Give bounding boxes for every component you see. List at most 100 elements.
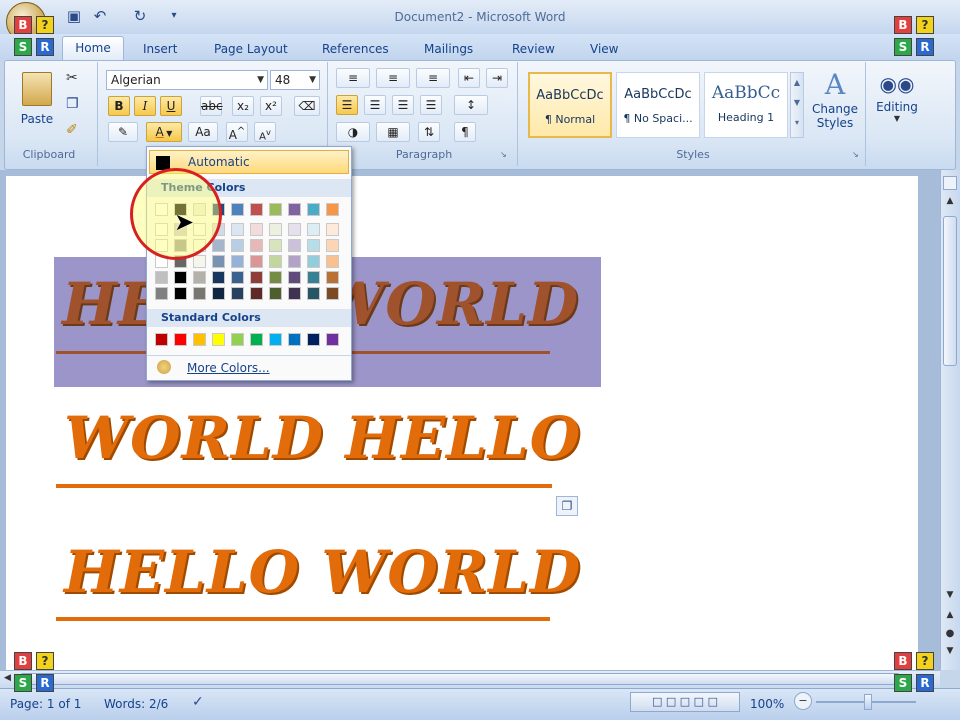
scroll-up-icon[interactable]: ▲ [943, 196, 957, 206]
select-browse-object-icon[interactable]: ● [943, 628, 957, 639]
theme-color-swatch[interactable] [269, 239, 282, 252]
zoom-slider-thumb[interactable] [864, 694, 872, 710]
tab-page-layout[interactable]: Page Layout [214, 40, 288, 58]
theme-color-swatch[interactable] [326, 223, 339, 236]
show-marks-button[interactable]: ¶ [454, 122, 476, 142]
theme-color-swatch[interactable] [212, 239, 225, 252]
scroll-thumb[interactable] [943, 216, 957, 366]
font-size-combo[interactable]: 48 ▼ [270, 70, 320, 90]
tab-mailings[interactable]: Mailings [424, 40, 473, 58]
theme-color-swatch[interactable] [307, 287, 320, 300]
underline-button[interactable]: U [160, 96, 182, 116]
standard-color-swatch[interactable] [269, 333, 282, 346]
style-no-spacing[interactable]: AaBbCcDc ¶ No Spaci... [616, 72, 700, 138]
save-icon[interactable]: ▣ [64, 6, 84, 26]
theme-color-swatch[interactable] [326, 239, 339, 252]
shrink-font-button[interactable]: Av [254, 122, 276, 142]
theme-color-swatch[interactable] [250, 255, 263, 268]
view-buttons[interactable]: □ □ □ □ □ [630, 692, 740, 712]
proofing-icon[interactable]: ✓ [192, 694, 204, 710]
theme-color-swatch[interactable] [193, 255, 206, 268]
cut-icon[interactable]: ✂ [66, 70, 84, 88]
document-line-2[interactable]: WORLD HELLO [64, 404, 581, 472]
format-painter-icon[interactable]: ✐ [66, 122, 84, 140]
tab-review[interactable]: Review [512, 40, 555, 58]
style-heading-1[interactable]: AaBbCc Heading 1 [704, 72, 788, 138]
standard-color-swatch[interactable] [250, 333, 263, 346]
standard-color-swatch[interactable] [326, 333, 339, 346]
tab-home[interactable]: Home [62, 36, 124, 60]
standard-color-swatch[interactable] [212, 333, 225, 346]
styles-scroll[interactable]: ▲ ▼ ▾ [790, 72, 804, 138]
theme-color-swatch[interactable] [193, 287, 206, 300]
theme-color-swatch[interactable] [231, 287, 244, 300]
theme-color-swatch[interactable] [326, 255, 339, 268]
dialog-launcher-icon[interactable]: ↘ [852, 150, 859, 159]
theme-color-swatch[interactable] [231, 255, 244, 268]
increase-indent-button[interactable]: ⇥ [486, 68, 508, 88]
theme-color-swatch[interactable] [231, 223, 244, 236]
decrease-indent-button[interactable]: ⇤ [458, 68, 480, 88]
style-normal[interactable]: AaBbCcDc ¶ Normal [528, 72, 612, 138]
subscript-button[interactable]: x₂ [232, 96, 254, 116]
tab-insert[interactable]: Insert [143, 40, 177, 58]
change-case-button[interactable]: Aa [188, 122, 218, 142]
hscroll-thumb[interactable] [20, 673, 900, 685]
document-line-3[interactable]: HELLO WORLD [64, 538, 581, 606]
theme-color-swatch[interactable] [288, 203, 301, 216]
theme-color-swatch[interactable] [250, 287, 263, 300]
theme-color-swatch[interactable] [269, 203, 282, 216]
paste-options-icon[interactable]: ❐ [556, 496, 578, 516]
font-name-combo[interactable]: Algerian ▼ [106, 70, 268, 90]
theme-color-swatch[interactable] [288, 239, 301, 252]
zoom-level[interactable]: 100% [750, 697, 784, 711]
editing-button[interactable]: ◉◉ Editing ▼ [872, 68, 922, 144]
theme-color-swatch[interactable] [269, 255, 282, 268]
copy-icon[interactable]: ❐ [66, 96, 84, 114]
theme-color-swatch[interactable] [307, 255, 320, 268]
zoom-out-icon[interactable]: − [794, 692, 812, 710]
word-count[interactable]: Words: 2/6 [104, 697, 168, 711]
theme-color-swatch[interactable] [288, 255, 301, 268]
paste-button[interactable]: Paste [14, 68, 60, 138]
theme-color-swatch[interactable] [174, 271, 187, 284]
theme-color-swatch[interactable] [193, 271, 206, 284]
theme-color-swatch[interactable] [250, 271, 263, 284]
theme-color-swatch[interactable] [269, 271, 282, 284]
dialog-launcher-icon[interactable]: ↘ [500, 150, 507, 159]
theme-color-swatch[interactable] [326, 203, 339, 216]
theme-color-swatch[interactable] [231, 239, 244, 252]
italic-button[interactable]: I [134, 96, 156, 116]
theme-color-swatch[interactable] [231, 203, 244, 216]
strikethrough-button[interactable]: abc [200, 96, 223, 116]
standard-color-swatch[interactable] [174, 333, 187, 346]
numbering-button[interactable]: ≡ [376, 68, 410, 88]
vertical-scrollbar[interactable]: ▲ ▼ ▲ ● ▼ [940, 170, 960, 670]
theme-color-swatch[interactable] [155, 271, 168, 284]
bold-button[interactable]: B [108, 96, 130, 116]
theme-color-swatch[interactable] [155, 287, 168, 300]
theme-color-swatch[interactable] [326, 271, 339, 284]
align-right-button[interactable]: ☰ [392, 95, 414, 115]
theme-color-swatch[interactable] [250, 239, 263, 252]
ruler-toggle-icon[interactable] [943, 176, 957, 190]
theme-color-swatch[interactable] [307, 271, 320, 284]
theme-color-swatch[interactable] [231, 271, 244, 284]
prev-page-icon[interactable]: ▲ [943, 610, 957, 620]
scroll-left-icon[interactable]: ◀ [4, 673, 11, 683]
theme-color-swatch[interactable] [212, 255, 225, 268]
center-button[interactable]: ☰ [364, 95, 386, 115]
theme-color-swatch[interactable] [250, 223, 263, 236]
standard-color-swatch[interactable] [193, 333, 206, 346]
theme-color-swatch[interactable] [174, 287, 187, 300]
standard-color-swatch[interactable] [307, 333, 320, 346]
change-styles-button[interactable]: A Change Styles [808, 68, 862, 144]
theme-color-swatch[interactable] [307, 239, 320, 252]
theme-color-swatch[interactable] [212, 287, 225, 300]
sort-button[interactable]: ⇅ [418, 122, 440, 142]
theme-color-swatch[interactable] [269, 223, 282, 236]
font-color-button[interactable]: A ▼ [146, 122, 182, 142]
next-page-icon[interactable]: ▼ [943, 646, 957, 656]
tab-references[interactable]: References [322, 40, 389, 58]
bullets-button[interactable]: ≡ [336, 68, 370, 88]
